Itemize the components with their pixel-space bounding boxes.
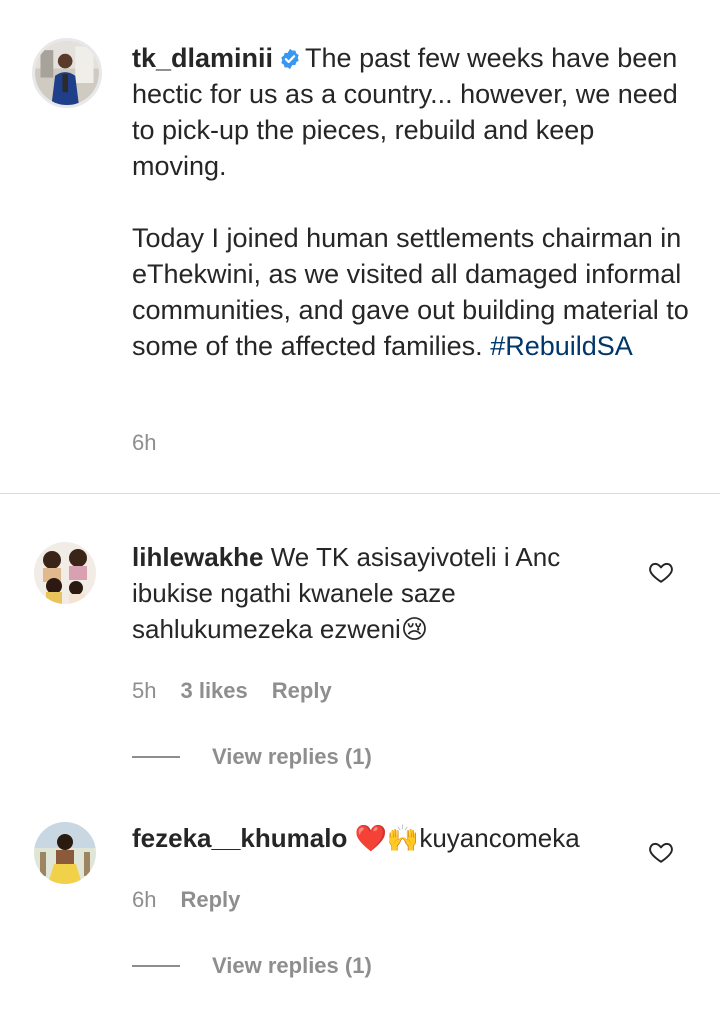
heart-outline-icon[interactable] bbox=[648, 839, 674, 865]
comment-timestamp: 6h bbox=[132, 887, 157, 912]
comment-text: fezeka__khumalo ❤️🙌kuyancomeka bbox=[132, 820, 632, 857]
heart-hands-emoji: ❤️🙌 bbox=[354, 824, 420, 854]
crying-face-emoji: 😢 bbox=[400, 615, 428, 645]
view-replies-label: View replies (1) bbox=[212, 953, 372, 978]
post-author-avatar[interactable] bbox=[32, 38, 102, 108]
post-caption-text: tk_dlaminii The past few weeks have been … bbox=[132, 40, 692, 364]
divider-line bbox=[132, 756, 180, 758]
post-caption: tk_dlaminii The past few weeks have been … bbox=[0, 0, 720, 494]
commenter-avatar[interactable] bbox=[34, 822, 96, 884]
reply-button[interactable]: Reply bbox=[272, 678, 332, 704]
verified-badge-icon bbox=[281, 48, 299, 70]
comment-meta: 6h Reply bbox=[132, 887, 240, 913]
comment-meta: 5h 3 likes Reply bbox=[132, 678, 332, 704]
commenter-username[interactable]: fezeka__khumalo bbox=[132, 823, 347, 853]
heart-outline-icon[interactable] bbox=[648, 559, 674, 585]
commenter-avatar[interactable] bbox=[34, 542, 96, 604]
view-replies-label: View replies (1) bbox=[212, 744, 372, 769]
post-timestamp: 6h bbox=[132, 430, 157, 455]
comment-text: lihlewakhe We TK asisayivoteli i Anc ibu… bbox=[132, 539, 632, 648]
view-replies-button[interactable]: View replies (1) bbox=[132, 744, 372, 770]
reply-button[interactable]: Reply bbox=[180, 887, 240, 913]
post-author-username[interactable]: tk_dlaminii bbox=[132, 43, 273, 73]
comment-timestamp: 5h bbox=[132, 678, 157, 703]
divider-line bbox=[132, 965, 180, 967]
view-replies-button[interactable]: View replies (1) bbox=[132, 953, 372, 979]
comment-likes[interactable]: 3 likes bbox=[180, 678, 247, 704]
comment-body: kuyancomeka bbox=[419, 823, 580, 853]
commenter-username[interactable]: lihlewakhe bbox=[132, 542, 264, 572]
hashtag-link[interactable]: #RebuildSA bbox=[490, 331, 633, 361]
